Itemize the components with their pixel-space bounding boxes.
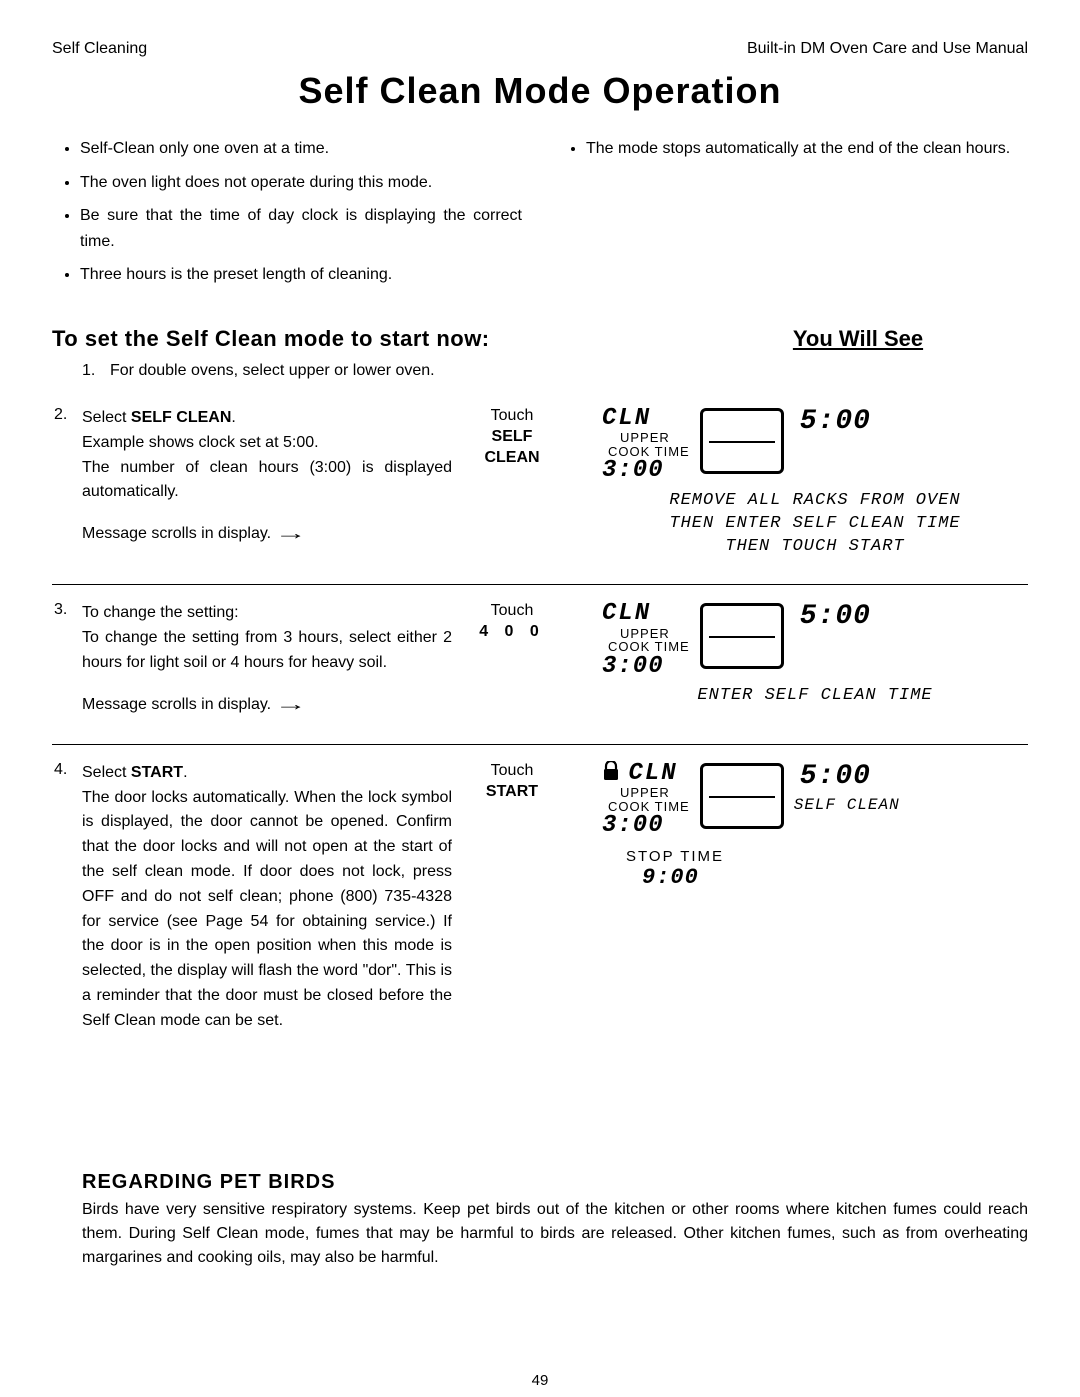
display-cooktime: COOK TIME [608,445,690,459]
bullet-item: The oven light does not operate during t… [80,170,522,196]
step-number: 4. [52,761,82,1034]
display-cln: CLN [602,406,690,431]
display-clock: 5:00 [800,406,871,437]
you-will-see-heading: You Will See [793,326,923,351]
display-upper: UPPER [620,431,690,445]
display-cooktime: COOK TIME [608,800,690,814]
display-cookhours: 3:00 [602,458,690,483]
display-cln: CLN [602,601,690,626]
display-stoptime-value: 9:00 [642,865,1028,890]
display-clock: 5:00 [800,761,871,792]
header-left: Self Cleaning [52,40,147,58]
page-header: Self Cleaning Built-in DM Oven Care and … [52,40,1028,58]
display-message: ENTER SELF CLEAN TIME [602,685,1028,708]
display-cookhours: 3:00 [602,813,690,838]
bullet-item: Three hours is the preset length of clea… [80,262,522,288]
message-scroll: Message scrolls in display. → [82,690,452,718]
birds-heading: REGARDING PET BIRDS [82,1171,1028,1194]
bullet-item: Be sure that the time of day clock is di… [80,203,522,254]
step-4: 4. Select START. The door locks automati… [52,761,1028,1034]
header-right: Built-in DM Oven Care and Use Manual [747,40,1028,58]
step-number: 2. [52,406,82,558]
display-clock: 5:00 [800,601,871,632]
oven-icon [700,763,784,829]
display-panel: CLN UPPER COOK TIME 3:00 5:00 REMOVE ALL… [562,406,1028,558]
lock-icon [602,761,620,786]
display-upper: UPPER [620,627,690,641]
step-3: 3. To change the setting: To change the … [52,601,1028,735]
bullet-item: Self-Clean only one oven at a time. [80,136,522,162]
page-number: 49 [0,1372,1080,1389]
oven-icon [700,603,784,669]
step-number: 3. [52,601,82,717]
message-scroll: Message scrolls in display. → [82,519,452,547]
display-panel: CLN UPPER COOK TIME 3:00 5:00 SELF CLEAN… [562,761,1028,1034]
divider [52,744,1028,745]
step-body: Select START. The door locks automatical… [82,761,452,1034]
step-1: 1. For double ovens, select upper or low… [82,362,1028,380]
touch-instruction: Touch START [452,761,562,1034]
display-cln: CLN [628,760,677,787]
display-selfclean-label: SELF CLEAN [794,796,900,814]
intro-bullets: Self-Clean only one oven at a time. The … [52,136,1028,296]
oven-icon [700,408,784,474]
arrow-right-icon: → [274,520,306,548]
bullets-right: The mode stops automatically at the end … [558,136,1028,162]
display-cooktime: COOK TIME [608,640,690,654]
divider [52,584,1028,585]
step-body: Select SELF CLEAN. Example shows clock s… [82,406,452,558]
section-heading: To set the Self Clean mode to start now: [52,326,688,352]
page-title: Self Clean Mode Operation [52,70,1028,112]
step-text: For double ovens, select upper or lower … [110,362,435,380]
step-body: To change the setting: To change the set… [82,601,452,717]
birds-body: Birds have very sensitive respiratory sy… [82,1198,1028,1270]
step-number: 1. [82,362,110,380]
display-upper: UPPER [620,786,690,800]
display-panel: CLN UPPER COOK TIME 3:00 5:00 ENTER SELF… [562,601,1028,717]
bullet-item: The mode stops automatically at the end … [586,136,1028,162]
display-message: REMOVE ALL RACKS FROM OVEN THEN ENTER SE… [602,490,1028,559]
manual-page: Self Cleaning Built-in DM Oven Care and … [0,0,1080,1397]
touch-instruction: Touch 4 0 0 [452,601,562,717]
display-cookhours: 3:00 [602,654,690,679]
touch-instruction: Touch SELF CLEAN [452,406,562,558]
step-2: 2. Select SELF CLEAN. Example shows cloc… [52,406,1028,576]
bullets-left: Self-Clean only one oven at a time. The … [52,136,522,288]
arrow-right-icon: → [274,691,306,719]
section-heading-row: To set the Self Clean mode to start now:… [52,296,1028,362]
display-stoptime-label: STOP TIME [626,848,1028,865]
